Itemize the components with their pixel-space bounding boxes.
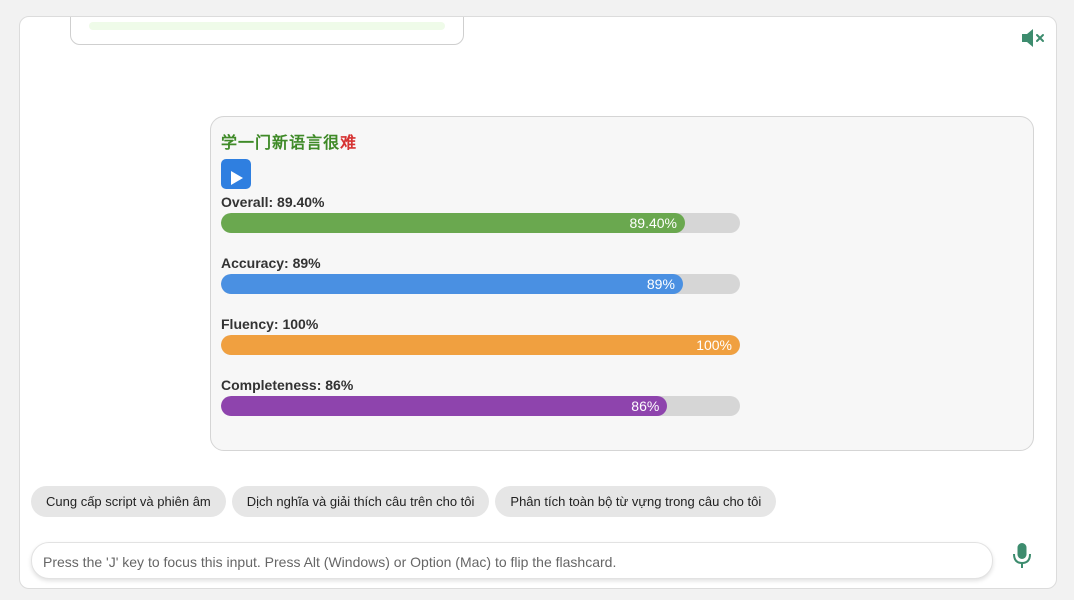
progress-track: 100% — [221, 335, 740, 355]
metric-fluency: Fluency: 100% 100% — [221, 315, 741, 355]
metric-completeness: Completeness: 86% 86% — [221, 376, 741, 416]
play-icon — [231, 170, 243, 185]
pronunciation-result-card: 学一门新语言很难 Overall: 89.40% 89.40% Accuracy… — [210, 116, 1034, 451]
progress-fill: 86% — [221, 396, 668, 416]
progress-fill: 89.40% — [221, 213, 685, 233]
progress-track: 89% — [221, 274, 740, 294]
metric-label: Fluency: 100% — [221, 316, 319, 332]
previous-message-card — [70, 17, 464, 45]
progress-track: 89.40% — [221, 213, 740, 233]
metric-label: Completeness: 86% — [221, 377, 354, 393]
metric-overall: Overall: 89.40% 89.40% — [221, 193, 741, 233]
metric-accuracy: Accuracy: 89% 89% — [221, 254, 741, 294]
message-input-container — [31, 542, 993, 580]
suggestion-chips: Cung cấp script và phiên âm Dịch nghĩa v… — [31, 486, 777, 517]
sentence-text: 学一门新语言很难 — [221, 129, 357, 153]
metric-label: Overall: 89.40% — [221, 194, 325, 210]
previous-card-highlight — [89, 22, 445, 30]
sentence-char: 难 — [340, 133, 358, 152]
metric-label: Accuracy: 89% — [221, 255, 321, 271]
sentence-char: 言 — [306, 133, 324, 152]
play-button[interactable] — [221, 159, 251, 189]
speaker-mute-icon[interactable] — [1020, 27, 1046, 49]
sentence-char: 语 — [289, 133, 307, 152]
suggestion-chip-script[interactable]: Cung cấp script và phiên âm — [31, 486, 226, 517]
sentence-char: 学 — [221, 133, 239, 152]
message-input[interactable] — [41, 543, 975, 580]
sentence-char: 门 — [255, 133, 273, 152]
sentence-char: 很 — [323, 133, 341, 152]
progress-fill: 100% — [221, 335, 740, 355]
progress-track: 86% — [221, 396, 740, 416]
sentence-char: 新 — [272, 133, 290, 152]
chat-panel: 学一门新语言很难 Overall: 89.40% 89.40% Accuracy… — [19, 16, 1057, 589]
microphone-icon[interactable] — [1010, 542, 1034, 570]
sentence-char: 一 — [238, 133, 256, 152]
suggestion-chip-translate[interactable]: Dịch nghĩa và giải thích câu trên cho tô… — [231, 486, 490, 517]
progress-fill: 89% — [221, 274, 683, 294]
suggestion-chip-vocabulary[interactable]: Phân tích toàn bộ từ vựng trong câu cho … — [495, 486, 777, 517]
